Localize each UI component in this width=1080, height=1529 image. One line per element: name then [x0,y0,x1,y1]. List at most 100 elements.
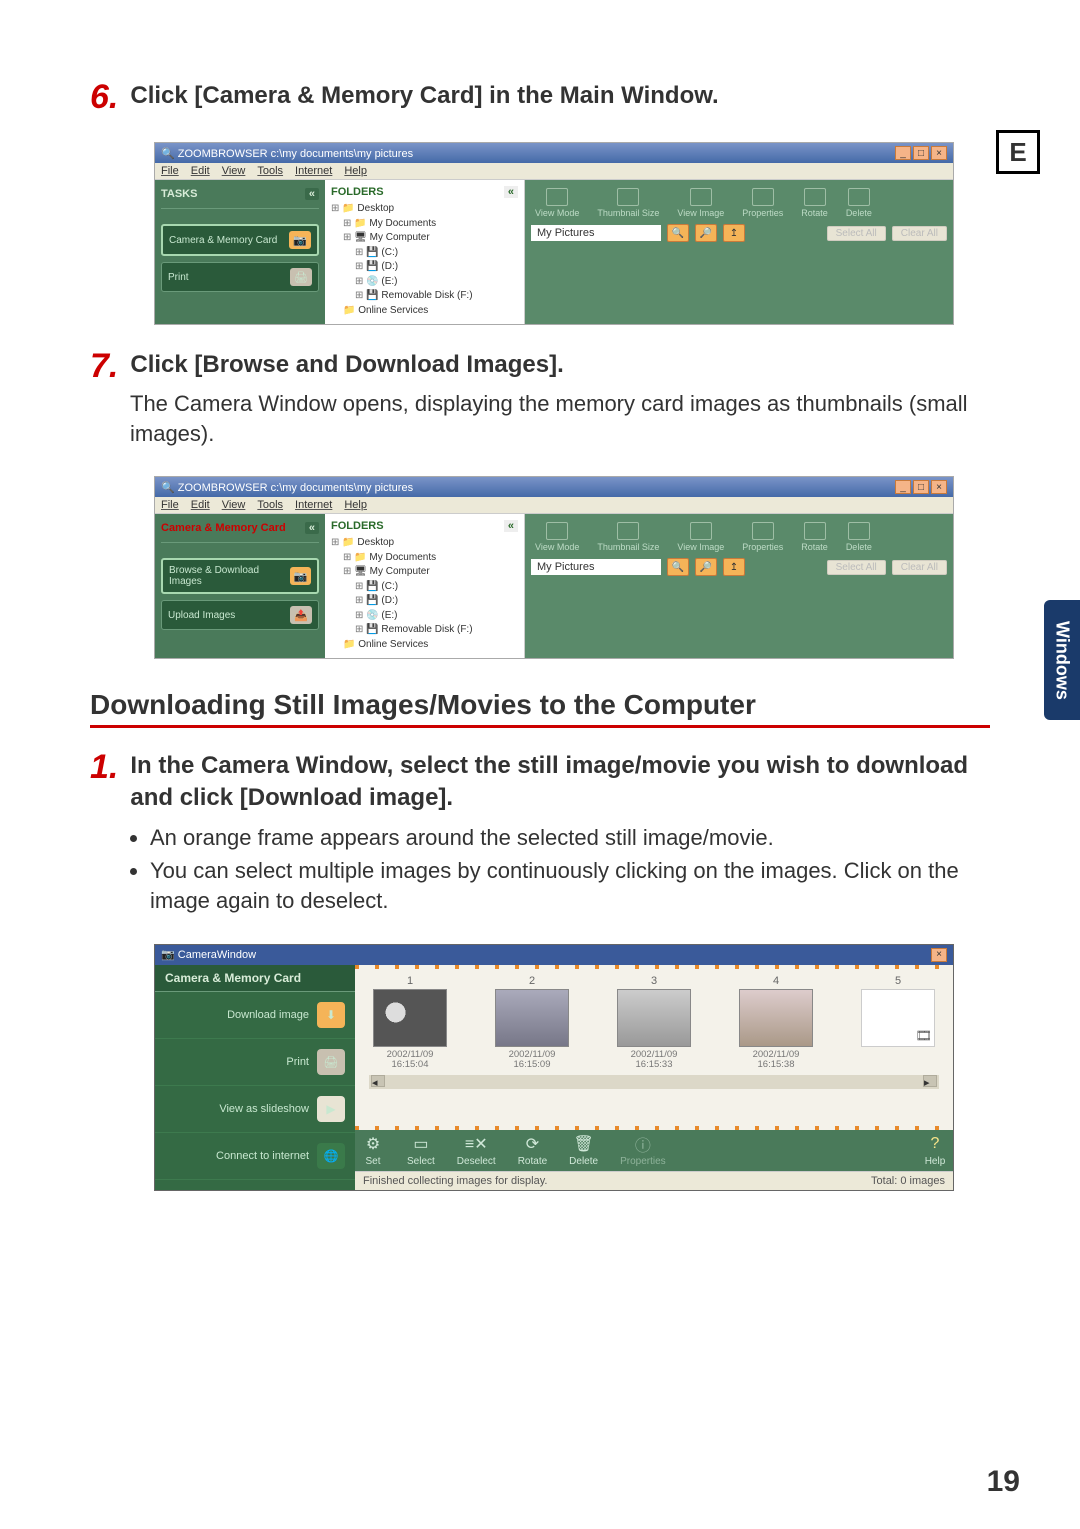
maximize-icon[interactable]: □ [913,480,929,494]
clear-all-button[interactable]: Clear All [892,226,947,241]
folder-tree[interactable]: 📁 Desktop 📁 My Documents 🖥 My Computer 💾… [331,202,518,318]
tb-set[interactable]: ⚙Set [361,1134,385,1167]
tb-properties[interactable]: Properties [742,522,783,552]
tree-c[interactable]: 💾 (C:) [331,580,518,595]
thumb-image-icon [739,989,813,1047]
tb-thumb-size[interactable]: Thumbnail Size [597,522,659,552]
cw-item-print[interactable]: Print 🖨 [155,1039,355,1086]
menu-internet[interactable]: Internet [295,165,332,177]
step-7-heading: Click [Browse and Download Images]. [130,349,563,380]
tb-rotate[interactable]: Rotate [801,522,828,552]
step-6: 6. Click [Camera & Memory Card] in the M… [90,80,990,114]
cw-item-slideshow[interactable]: View as slideshow ▶ [155,1086,355,1133]
menu-view[interactable]: View [222,165,246,177]
menu-view[interactable]: View [222,499,246,511]
step-1-bullet-1: An orange frame appears around the selec… [150,823,990,853]
folders-heading: FOLDERS [331,520,384,532]
thumbnail-1[interactable]: 1 2002/11/0916:15:04 [369,975,451,1071]
menu-file[interactable]: File [161,499,179,511]
thumb-number: 5 [895,975,901,987]
tb-properties[interactable]: Properties [742,188,783,218]
download-icon: ⬇ [317,1002,345,1028]
tb-help[interactable]: ?Help [923,1134,947,1167]
tb-view-image[interactable]: View Image [677,522,724,552]
tree-desktop[interactable]: 📁 Desktop [331,202,518,217]
folder-tree[interactable]: 📁 Desktop 📁 My Documents 🖥 My Computer 💾… [331,536,518,652]
tree-removable[interactable]: 💾 Removable Disk (F:) [331,289,518,304]
tb-rotate[interactable]: Rotate [801,188,828,218]
tb-delete[interactable]: Delete [846,522,872,552]
task-browse-download[interactable]: Browse & Download Images 📷 [161,558,319,594]
tb-view-mode[interactable]: View Mode [535,522,579,552]
zoom-in-icon[interactable]: 🔍 [667,558,689,576]
tree-removable[interactable]: 💾 Removable Disk (F:) [331,623,518,638]
tb-deselect[interactable]: ≡✕Deselect [457,1134,496,1167]
menu-help[interactable]: Help [344,499,367,511]
zoom-in-icon[interactable]: 🔍 [667,224,689,242]
zoom-out-icon[interactable]: 🔎 [695,558,717,576]
thumbnail-4[interactable]: 4 2002/11/0916:15:38 [735,975,817,1071]
zoom-out-icon[interactable]: 🔎 [695,224,717,242]
tree-e[interactable]: 💿 (E:) [331,275,518,290]
maximize-icon[interactable]: □ [913,146,929,160]
select-all-button[interactable]: Select All [827,560,886,575]
tb-rotate[interactable]: ⟳Rotate [518,1134,547,1167]
cw-item-label: Print [286,1056,309,1068]
up-icon[interactable]: ↥ [723,224,745,242]
view-toolbar: View Mode Thumbnail Size View Image Prop… [531,186,947,224]
tb-delete[interactable]: 🗑Delete [569,1134,598,1167]
tree-d[interactable]: 💾 (D:) [331,260,518,275]
minimize-icon[interactable]: _ [895,480,911,494]
tb-select[interactable]: ▭Select [407,1134,435,1167]
tb-properties[interactable]: ⓘProperties [620,1134,666,1167]
task-print[interactable]: Print 🖨 [161,262,319,292]
collapse-icon[interactable]: « [305,188,319,200]
cw-item-download[interactable]: Download image ⬇ [155,992,355,1039]
menu-bar: File Edit View Tools Internet Help [155,497,953,514]
tb-view-mode[interactable]: View Mode [535,188,579,218]
thumbnail-5[interactable]: 5 [857,975,939,1071]
step-1: 1. In the Camera Window, select the stil… [90,750,990,915]
tree-mydocs[interactable]: 📁 My Documents [331,551,518,566]
tree-online[interactable]: 📁 Online Services [331,304,518,319]
scroll-left-icon[interactable]: ◂ [371,1075,385,1087]
thumb-movie-icon [861,989,935,1047]
menu-edit[interactable]: Edit [191,165,210,177]
menu-file[interactable]: File [161,165,179,177]
tree-online[interactable]: 📁 Online Services [331,638,518,653]
task-upload[interactable]: Upload Images 📤 [161,600,319,630]
thumbnail-2[interactable]: 2 2002/11/0916:15:09 [491,975,573,1071]
task-camera-memory[interactable]: Camera & Memory Card 📷 [161,224,319,256]
menu-tools[interactable]: Tools [257,165,283,177]
close-icon[interactable]: × [931,948,947,962]
tb-thumb-size[interactable]: Thumbnail Size [597,188,659,218]
camera-icon: 📷 [289,231,311,249]
clear-all-button[interactable]: Clear All [892,560,947,575]
tree-mydocs[interactable]: 📁 My Documents [331,217,518,232]
tb-view-image[interactable]: View Image [677,188,724,218]
minimize-icon[interactable]: _ [895,146,911,160]
tree-c[interactable]: 💾 (C:) [331,246,518,261]
back-icon[interactable]: « [305,522,319,534]
scroll-right-icon[interactable]: ▸ [923,1075,937,1087]
tb-delete[interactable]: Delete [846,188,872,218]
close-icon[interactable]: × [931,480,947,494]
collapse-icon[interactable]: « [504,520,518,532]
tree-desktop[interactable]: 📁 Desktop [331,536,518,551]
tree-e[interactable]: 💿 (E:) [331,609,518,624]
menu-tools[interactable]: Tools [257,499,283,511]
collapse-icon[interactable]: « [504,186,518,198]
menu-internet[interactable]: Internet [295,499,332,511]
tree-mycomp[interactable]: 🖥 My Computer [331,565,518,580]
cw-item-connect[interactable]: Connect to internet 🌐 [155,1133,355,1180]
close-icon[interactable]: × [931,146,947,160]
menu-edit[interactable]: Edit [191,499,210,511]
up-icon[interactable]: ↥ [723,558,745,576]
tree-d[interactable]: 💾 (D:) [331,594,518,609]
select-all-button[interactable]: Select All [827,226,886,241]
page-number: 19 [987,1465,1020,1499]
tree-mycomp[interactable]: 🖥 My Computer [331,231,518,246]
scrollbar[interactable]: ◂▸ [369,1075,939,1089]
thumbnail-3[interactable]: 3 2002/11/0916:15:33 [613,975,695,1071]
menu-help[interactable]: Help [344,165,367,177]
